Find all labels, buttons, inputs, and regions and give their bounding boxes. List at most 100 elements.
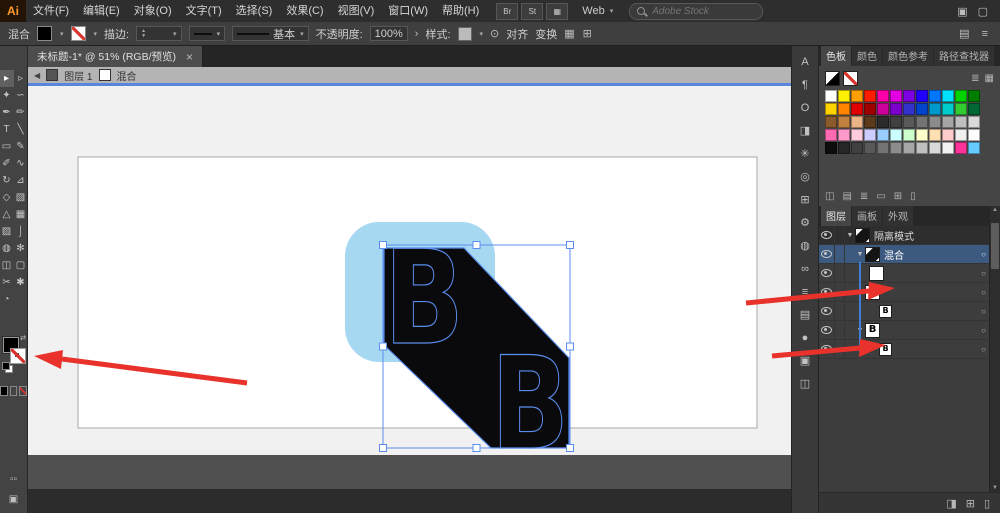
color-swatch[interactable] [851, 103, 863, 115]
recolor-artwork-icon[interactable]: ⊙ [490, 27, 499, 40]
align-button[interactable]: 对齐 [506, 26, 528, 42]
color-mode-button[interactable] [0, 386, 8, 396]
visibility-toggle[interactable] [819, 245, 835, 263]
eyedropper-tool[interactable]: ⌡ [14, 223, 28, 240]
color-swatch[interactable] [903, 103, 915, 115]
layer-row-letter-group-1[interactable]: ▼ B ○ [819, 283, 1000, 302]
color-swatch[interactable] [864, 129, 876, 141]
zoom-tool[interactable]: ◔ [0, 291, 14, 308]
color-swatch[interactable] [942, 129, 954, 141]
color-swatch[interactable] [890, 129, 902, 141]
close-icon[interactable]: × [186, 50, 193, 64]
transform-buttons-icon[interactable]: ⊞ [583, 27, 592, 40]
arrange-documents-icon[interactable]: ▦ [546, 3, 568, 20]
layer-row-letter-group-2[interactable]: ▼ B ○ [819, 321, 1000, 340]
chevron-down-icon[interactable]: ▾ [94, 30, 98, 38]
chevron-right-icon[interactable]: › [415, 28, 419, 40]
color-swatch[interactable] [877, 142, 889, 154]
lock-toggle[interactable] [835, 340, 845, 358]
color-swatch[interactable] [955, 103, 967, 115]
color-swatch[interactable] [877, 129, 889, 141]
visibility-toggle[interactable] [819, 283, 835, 301]
transform-panel-icon[interactable]: ⊞ [793, 188, 817, 211]
color-swatch[interactable] [955, 116, 967, 128]
layer-row-letter-2[interactable]: B ○ [819, 340, 1000, 359]
graphic-style-swatch[interactable] [458, 27, 472, 41]
rotate-tool[interactable]: ↻ [0, 172, 14, 189]
visibility-toggle[interactable] [819, 321, 835, 339]
file-menu[interactable]: 文件(F) [26, 0, 76, 22]
column-graph-tool[interactable]: ◫ [0, 257, 14, 274]
new-layer-icon[interactable]: ⊞ [966, 497, 975, 510]
target-icon[interactable]: ○ [981, 345, 986, 354]
color-swatch[interactable] [968, 90, 980, 102]
stock-search[interactable] [629, 3, 763, 20]
artwork-scene[interactable]: B B [28, 86, 791, 455]
shaper-tool[interactable]: ∿ [14, 155, 28, 172]
artboards-panel-icon[interactable]: ◨ [793, 119, 817, 142]
control-panel-menu-icon[interactable]: ≡ [982, 28, 988, 40]
color-swatch[interactable] [929, 129, 941, 141]
direct-selection-tool[interactable]: ▹ [14, 70, 28, 87]
opacity-value-dropdown[interactable]: 100% [370, 26, 408, 41]
opentype-panel-icon[interactable]: O [793, 96, 817, 119]
dock-controls-icon[interactable]: ▤ [959, 27, 969, 40]
color-swatch[interactable] [890, 116, 902, 128]
type-tool[interactable]: T [0, 121, 14, 138]
color-swatch[interactable] [825, 103, 837, 115]
symbols-panel-icon[interactable]: ✳ [793, 142, 817, 165]
color-swatch[interactable] [851, 116, 863, 128]
pen-tool[interactable]: ✒ [0, 104, 14, 121]
visibility-toggle[interactable] [819, 302, 835, 320]
make-mask-icon[interactable]: ◨ [946, 497, 956, 510]
color-swatch[interactable] [890, 90, 902, 102]
graphic-styles-panel-icon[interactable]: ⚙ [793, 211, 817, 234]
color-swatch[interactable] [916, 142, 928, 154]
view-menu[interactable]: 视图(V) [331, 0, 382, 22]
delete-swatch-icon[interactable]: ▯ [910, 191, 916, 202]
libraries-panel-icon[interactable]: ◫ [793, 372, 817, 395]
isolation-object-label[interactable]: 混合 [117, 68, 137, 83]
color-swatch[interactable] [864, 90, 876, 102]
list-view-icon[interactable]: ≣ [971, 73, 979, 84]
fill-color-swatch[interactable] [37, 26, 52, 41]
tab-color[interactable]: 颜色 [852, 45, 882, 66]
align-buttons-icon[interactable]: ▦ [564, 27, 574, 40]
stroke-color-swatch[interactable] [71, 26, 86, 41]
color-swatch[interactable] [942, 116, 954, 128]
target-icon[interactable]: ○ [981, 269, 986, 278]
color-swatch[interactable] [838, 142, 850, 154]
color-panel-icon[interactable]: ● [793, 326, 817, 349]
layer-row-blend[interactable]: ▼ 混合 ○ [819, 245, 1000, 264]
gradient-panel-icon[interactable]: ◍ [793, 234, 817, 257]
swap-fill-stroke-icon[interactable]: ⇄ [20, 334, 26, 342]
color-swatch[interactable] [864, 116, 876, 128]
screen-mode-icon[interactable]: ▣ [9, 494, 18, 505]
symbol-sprayer-tool[interactable]: ✻ [14, 240, 28, 257]
edit-menu[interactable]: 编辑(E) [76, 0, 127, 22]
color-swatch[interactable] [916, 90, 928, 102]
new-swatch-icon[interactable]: ⊞ [894, 191, 902, 202]
chevron-down-icon[interactable]: ▾ [60, 30, 64, 38]
stroke-weight-stepper[interactable]: ▲▼ ▾ [136, 26, 181, 41]
tab-pathfinder[interactable]: 路径查找器 [934, 45, 994, 66]
color-swatch[interactable] [838, 116, 850, 128]
paragraph-panel-icon[interactable]: ¶ [793, 73, 817, 96]
blend-tool[interactable]: ◍ [0, 240, 14, 257]
tab-swatches[interactable]: 色板 [821, 45, 851, 66]
color-swatch[interactable] [851, 142, 863, 154]
lock-toggle[interactable] [835, 321, 845, 339]
target-icon[interactable]: ○ [981, 250, 986, 259]
layer-thumbnail[interactable]: B [865, 285, 880, 300]
target-icon[interactable]: ○ [981, 326, 986, 335]
app-window-icon[interactable]: ▢ [978, 5, 988, 18]
free-transform-tool[interactable]: ▧ [14, 189, 28, 206]
visibility-toggle[interactable] [819, 340, 835, 358]
layer-label[interactable]: 隔离模式 [874, 228, 914, 243]
color-swatch[interactable] [825, 116, 837, 128]
layer-thumbnail[interactable] [855, 228, 870, 243]
color-swatch[interactable] [825, 90, 837, 102]
type-menu[interactable]: 文字(T) [179, 0, 229, 22]
color-swatch[interactable] [968, 103, 980, 115]
gradient-tool[interactable]: ▨ [0, 223, 14, 240]
